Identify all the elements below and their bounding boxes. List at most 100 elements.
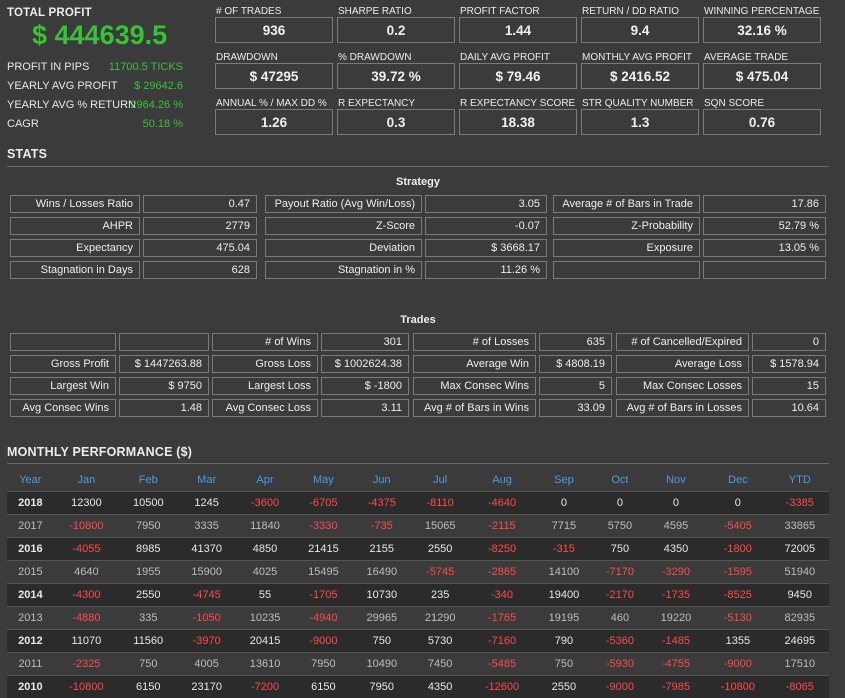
month-cell: 29965: [353, 607, 411, 630]
month-cell: 11070: [54, 630, 119, 653]
month-cell: 15900: [177, 561, 235, 584]
month-cell: -1735: [647, 584, 705, 607]
month-cell: -735: [353, 515, 411, 538]
table-row: 2010-10800615023170-7200615079504350-126…: [7, 676, 829, 698]
month-cell: 23170: [177, 676, 235, 698]
monthly-performance-table: Year Jan Feb Mar Apr May Jun Jul Aug Sep…: [7, 469, 829, 698]
month-cell: -8110: [411, 492, 469, 515]
trade-value: 301: [321, 333, 409, 351]
month-cell: 10500: [119, 492, 177, 515]
stat-value: 628: [143, 261, 257, 279]
month-cell: 6150: [119, 676, 177, 698]
trade-value: $ 1578.94: [752, 355, 826, 373]
month-cell: -340: [469, 584, 534, 607]
table-row: 2014-43002550-474555-170510730235-340194…: [7, 584, 829, 607]
trade-label: Average Loss: [616, 355, 749, 373]
trade-value: 635: [539, 333, 612, 351]
month-cell: 4595: [647, 515, 705, 538]
column-header: Nov: [647, 469, 705, 492]
ytd-cell: 33865: [771, 515, 829, 538]
trade-label: Avg Consec Loss: [212, 399, 318, 417]
month-cell: -9000: [294, 630, 352, 653]
metric-value: $ 47295: [215, 63, 333, 89]
table-row: 201812300105001245-3600-6705-4375-8110-4…: [7, 492, 829, 515]
metric-value: $ 475.04: [703, 63, 821, 89]
ytd-cell: 72005: [771, 538, 829, 561]
month-cell: 7715: [535, 515, 593, 538]
month-cell: -10800: [54, 515, 119, 538]
stat-value: 17.86: [703, 195, 826, 213]
month-cell: -2325: [54, 653, 119, 676]
month-cell: 7950: [353, 676, 411, 698]
metric-value: 0.2: [337, 17, 455, 43]
stat-value: 52.79 %: [703, 217, 826, 235]
metric-value: 1.26: [215, 109, 333, 135]
month-cell: -3330: [294, 515, 352, 538]
stat-label: Z-Score: [265, 217, 422, 235]
monthly-heading: MONTHLY PERFORMANCE ($): [7, 445, 192, 459]
yearly-avg-return-label: YEARLY AVG % RETURN: [7, 99, 136, 111]
month-cell: -1765: [469, 607, 534, 630]
monthly-divider: [7, 463, 829, 464]
metric-label: DAILY AVG PROFIT: [460, 52, 550, 63]
month-cell: -4880: [54, 607, 119, 630]
stat-value: 11.26 %: [425, 261, 547, 279]
table-row: 2015464019551590040251549516490-5745-286…: [7, 561, 829, 584]
monthly-header-row: Year Jan Feb Mar Apr May Jun Jul Aug Sep…: [7, 469, 829, 492]
month-cell: -8250: [469, 538, 534, 561]
metric-label: RETURN / DD RATIO: [582, 6, 679, 17]
column-header: Aug: [469, 469, 534, 492]
month-cell: 13610: [236, 653, 294, 676]
month-cell: -5360: [593, 630, 647, 653]
trade-value: 5: [539, 377, 612, 395]
month-cell: -315: [535, 538, 593, 561]
month-cell: 1245: [177, 492, 235, 515]
monthly-table-body: 201812300105001245-3600-6705-4375-8110-4…: [7, 492, 829, 698]
metric-value: $ 2416.52: [581, 63, 699, 89]
stat-value: 13.05 %: [703, 239, 826, 257]
month-cell: -7985: [647, 676, 705, 698]
stat-label: Payout Ratio (Avg Win/Loss): [265, 195, 422, 213]
stat-value: [703, 261, 826, 279]
year-cell: 2018: [7, 492, 54, 515]
month-cell: 21290: [411, 607, 469, 630]
stat-label: Average # of Bars in Trade: [553, 195, 700, 213]
stat-value: 475.04: [143, 239, 257, 257]
month-cell: 4025: [236, 561, 294, 584]
month-cell: -5930: [593, 653, 647, 676]
metric-value: 0.76: [703, 109, 821, 135]
trade-label: # of Losses: [413, 333, 536, 351]
trade-label: # of Wins: [212, 333, 318, 351]
month-cell: -4300: [54, 584, 119, 607]
month-cell: -6705: [294, 492, 352, 515]
month-cell: -5745: [411, 561, 469, 584]
month-cell: 19195: [535, 607, 593, 630]
table-row: 2013-4880335-105010235-49402996521290-17…: [7, 607, 829, 630]
ytd-cell: 51940: [771, 561, 829, 584]
month-cell: -4940: [294, 607, 352, 630]
trade-value: $ 1447263.88: [119, 355, 209, 373]
month-cell: -1595: [705, 561, 770, 584]
month-cell: 10235: [236, 607, 294, 630]
month-cell: -2170: [593, 584, 647, 607]
trade-label: Average Win: [413, 355, 536, 373]
metric-label: AVERAGE TRADE: [704, 52, 788, 63]
year-cell: 2014: [7, 584, 54, 607]
metric-label: SHARPE RATIO: [338, 6, 412, 17]
month-cell: 4005: [177, 653, 235, 676]
month-cell: 21415: [294, 538, 352, 561]
month-cell: -3600: [236, 492, 294, 515]
stat-label: AHPR: [10, 217, 140, 235]
trades-title: Trades: [7, 314, 829, 326]
trade-value: 3.11: [321, 399, 409, 417]
month-cell: 235: [411, 584, 469, 607]
ytd-cell: -8065: [771, 676, 829, 698]
trade-label: Max Consec Losses: [616, 377, 749, 395]
month-cell: 750: [119, 653, 177, 676]
month-cell: -3970: [177, 630, 235, 653]
month-cell: -7160: [469, 630, 534, 653]
month-cell: -1705: [294, 584, 352, 607]
trade-value: $ -1800: [321, 377, 409, 395]
trade-label: Gross Loss: [212, 355, 318, 373]
month-cell: 0: [535, 492, 593, 515]
